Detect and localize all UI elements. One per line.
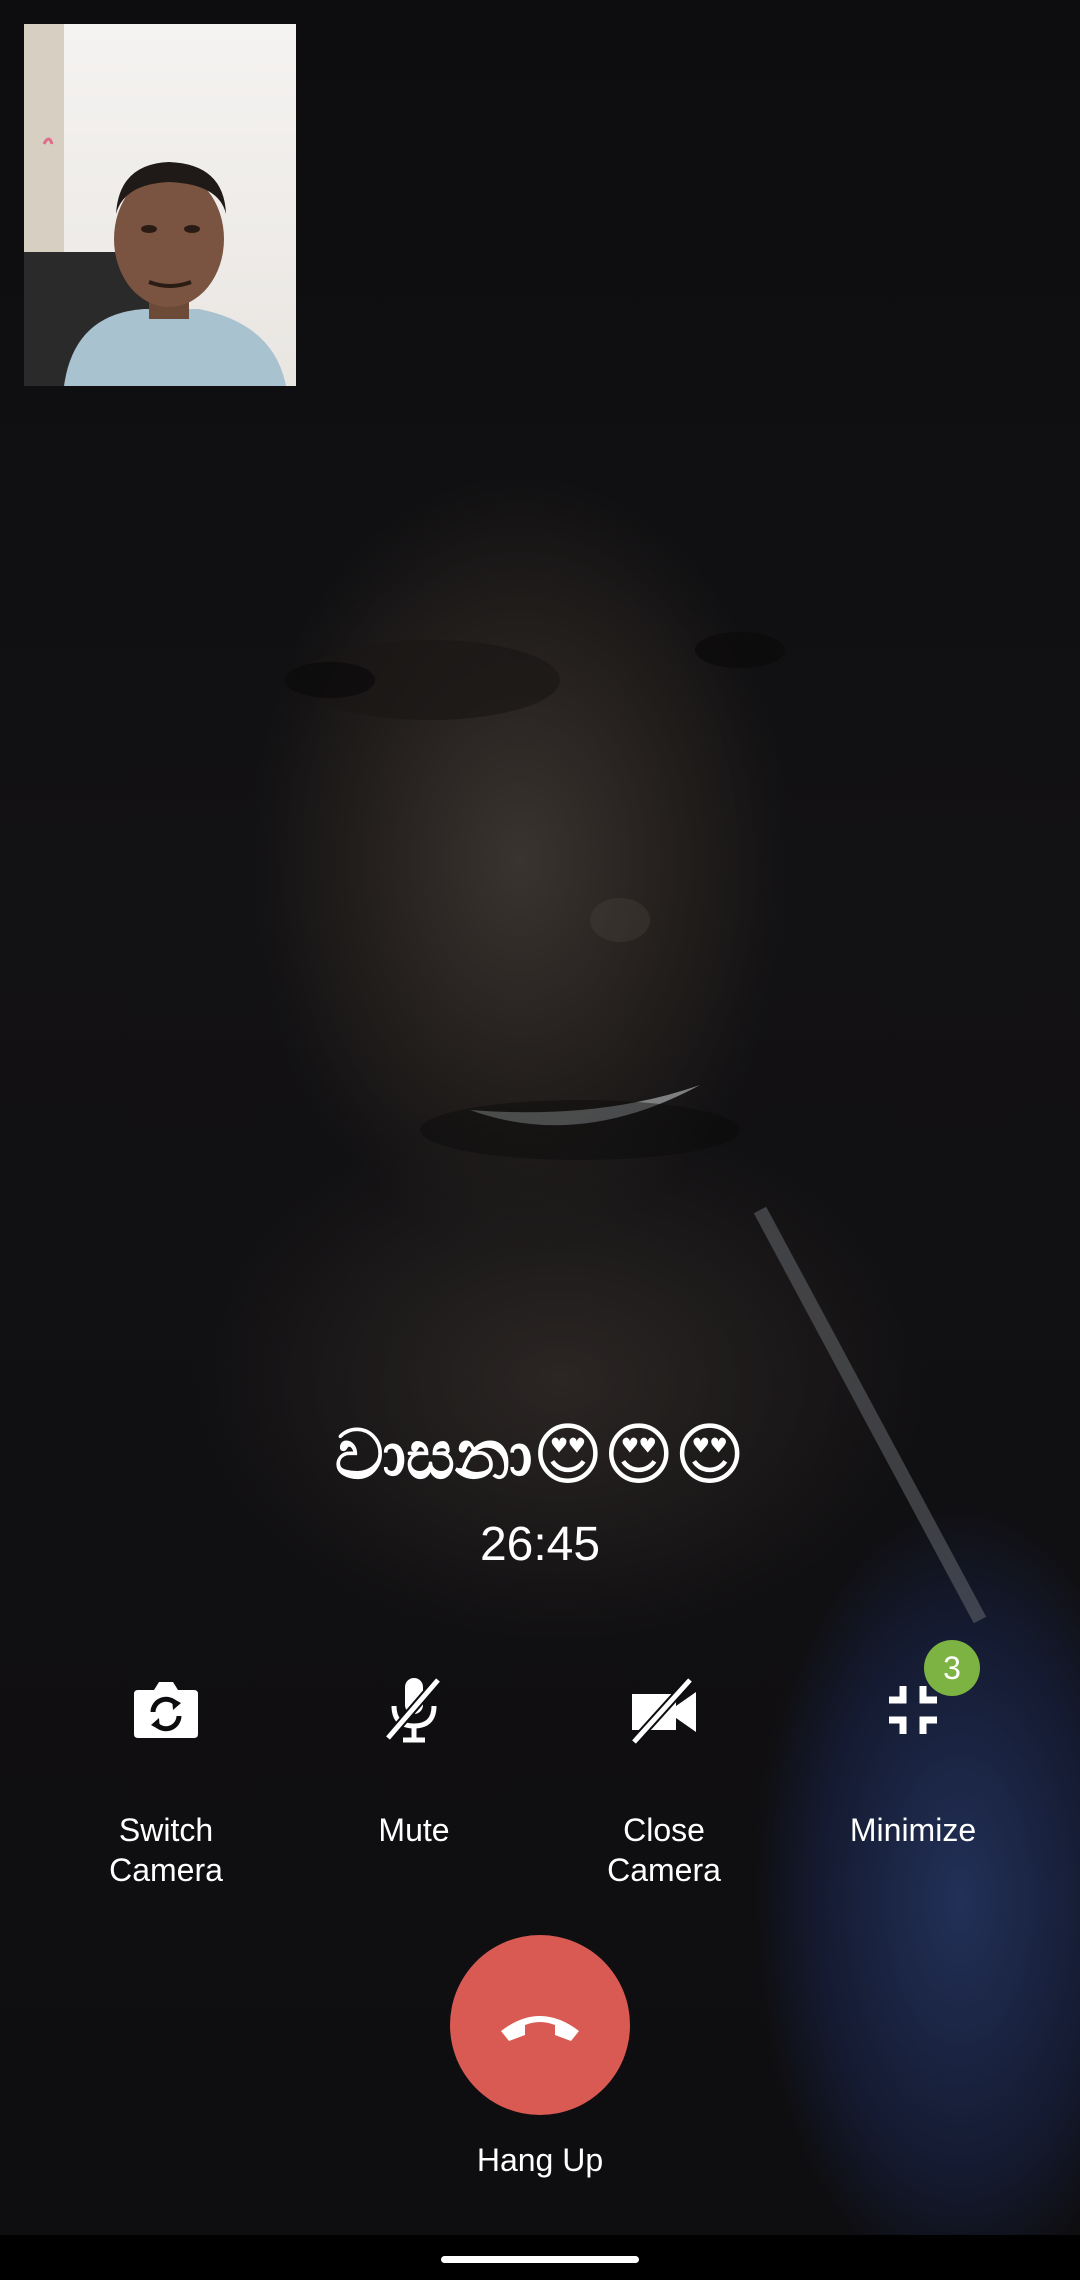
home-gesture-handle[interactable] xyxy=(441,2256,639,2263)
minimize-button[interactable]: Minimize xyxy=(793,1640,1033,1900)
self-video-image xyxy=(24,24,286,386)
video-call-screen: වාසනා😍😍😍 26:45 Switch Camera Mute Close … xyxy=(0,0,1080,2280)
close-camera-button[interactable]: Close Camera xyxy=(544,1640,784,1900)
minimize-label: Minimize xyxy=(849,1812,977,1848)
switch-camera-label: Switch Camera xyxy=(109,1812,223,1888)
mute-button[interactable]: Mute xyxy=(294,1640,534,1900)
self-video-preview[interactable] xyxy=(24,24,296,386)
call-duration: 26:45 xyxy=(479,1518,601,1571)
caller-name: වාසනා😍😍😍 xyxy=(334,1417,746,1493)
switch-camera-button[interactable]: Switch Camera xyxy=(46,1640,286,1900)
hang-up-label: Hang Up xyxy=(476,2142,604,2178)
switch-camera-icon xyxy=(134,1682,198,1738)
close-camera-label: Close Camera xyxy=(607,1812,721,1888)
phone-hangup-icon xyxy=(501,2016,579,2041)
camera-off-icon xyxy=(630,1676,696,1746)
mute-label: Mute xyxy=(378,1812,450,1848)
mic-off-icon xyxy=(384,1677,442,1743)
notification-badge: 3 xyxy=(924,1640,980,1696)
hang-up-button[interactable] xyxy=(450,1935,630,2115)
